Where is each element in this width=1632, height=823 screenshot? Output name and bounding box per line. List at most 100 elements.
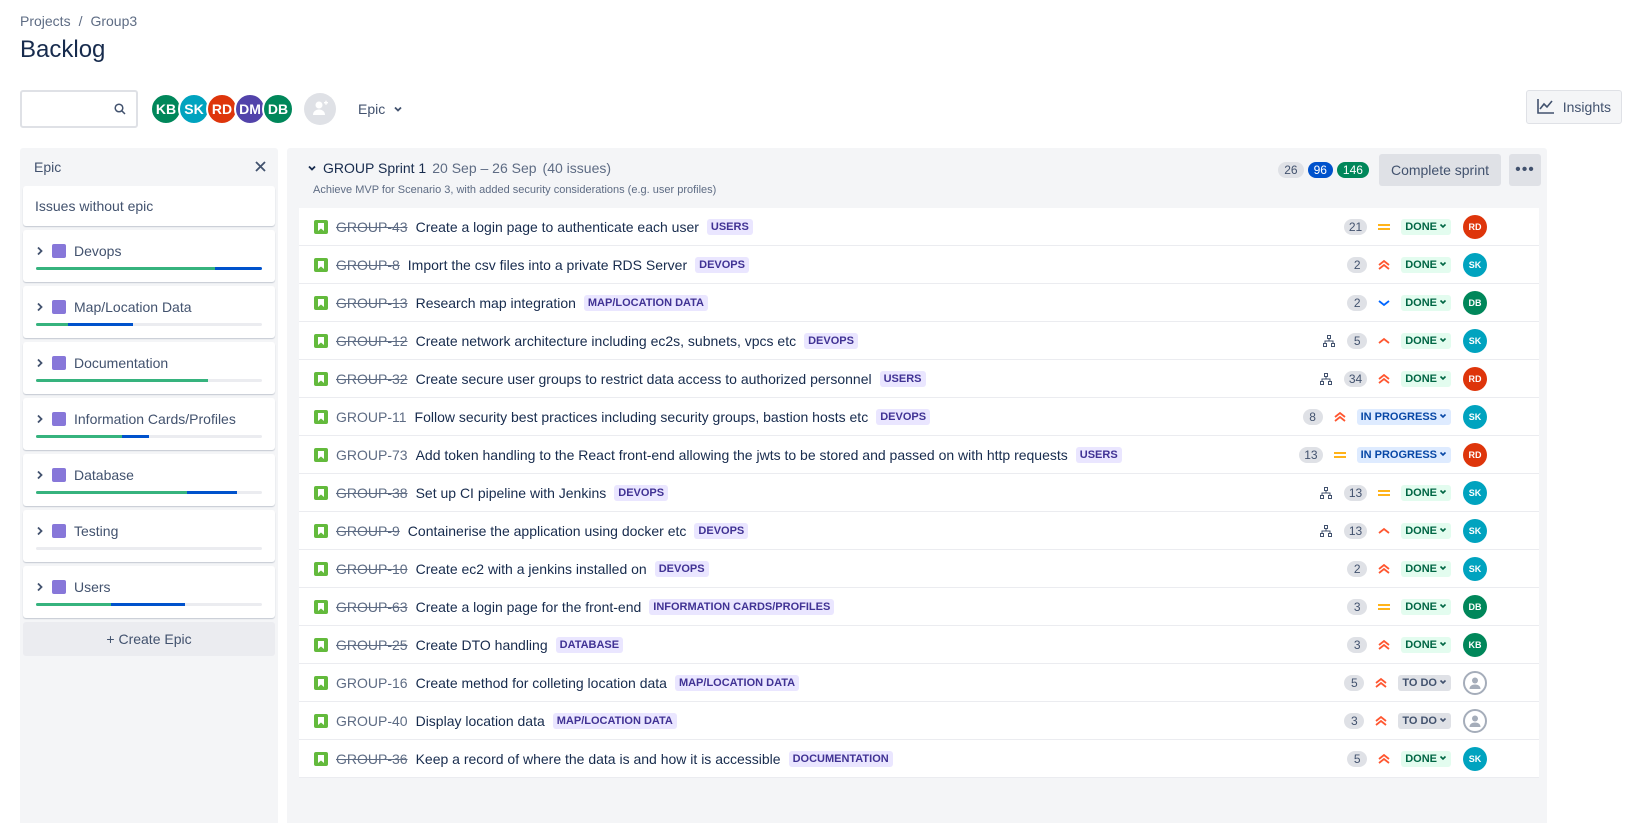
assignee-avatar[interactable]: SK [1463,329,1487,353]
assignee-avatar[interactable]: SK [1463,253,1487,277]
issue-row[interactable]: GROUP-9 Containerise the application usin… [299,512,1539,550]
epic-lozenge[interactable]: DEVOPS [876,408,931,425]
chevron-down-icon[interactable] [307,160,317,176]
issue-row[interactable]: GROUP-10 Create ec2 with a jenkins instal… [299,550,1539,588]
issue-key[interactable]: GROUP-40 [336,713,408,729]
status-dropdown[interactable]: DONE [1401,485,1451,501]
issue-row[interactable]: GROUP-73 Add token handling to the React … [299,436,1539,474]
status-dropdown[interactable]: DONE [1401,599,1451,615]
assignee-avatar[interactable]: SK [1463,519,1487,543]
issue-key[interactable]: GROUP-36 [336,751,408,767]
add-people-button[interactable] [304,93,336,125]
status-dropdown[interactable]: DONE [1401,257,1451,273]
epic-lozenge[interactable]: MAP/LOCATION DATA [674,674,800,691]
issue-row[interactable]: GROUP-43 Create a login page to authentic… [299,208,1539,246]
close-icon[interactable] [255,159,266,175]
epic-lozenge[interactable]: DEVOPS [654,560,709,577]
epic-lozenge[interactable]: DEVOPS [694,522,749,539]
assignee-avatar[interactable]: RD [1463,215,1487,239]
epic-item[interactable]: Devops [23,230,275,282]
status-dropdown[interactable]: DONE [1401,371,1451,387]
issue-key[interactable]: GROUP-63 [336,599,408,615]
issue-key[interactable]: GROUP-13 [336,295,408,311]
status-dropdown[interactable]: DONE [1401,637,1451,653]
issue-row[interactable]: GROUP-32 Create secure user groups to res… [299,360,1539,398]
create-epic-button[interactable]: + Create Epic [23,622,275,656]
status-dropdown[interactable]: DONE [1401,751,1451,767]
issue-row[interactable]: GROUP-11 Follow security best practices i… [299,398,1539,436]
epic-lozenge[interactable]: DATABASE [555,636,624,653]
breadcrumb-project-link[interactable]: Group3 [90,13,137,29]
epic-filter-dropdown[interactable]: Epic [358,101,403,117]
assignee-avatar[interactable]: SK [1463,747,1487,771]
epic-item[interactable]: Users [23,566,275,618]
more-actions-button[interactable]: ••• [1509,154,1541,186]
issue-row[interactable]: GROUP-40 Display location data MAP/LOCATIO… [299,702,1539,740]
issue-row[interactable]: GROUP-8 Import the csv files into a priva… [299,246,1539,284]
issue-key[interactable]: GROUP-32 [336,371,408,387]
issue-row[interactable]: GROUP-16 Create method for colleting loca… [299,664,1539,702]
epic-lozenge[interactable]: DEVOPS [804,332,858,349]
issue-row[interactable]: GROUP-12 Create network architecture incl… [299,322,1539,360]
epic-item[interactable]: Documentation [23,342,275,394]
issue-key[interactable]: GROUP-38 [336,485,408,501]
epic-item[interactable]: Information Cards/Profiles [23,398,275,450]
epic-lozenge[interactable]: USERS [706,218,753,235]
insights-button[interactable]: Insights [1525,90,1622,124]
search-box[interactable] [20,90,138,128]
assignee-avatar[interactable]: DB [1463,595,1487,619]
breadcrumb-projects-link[interactable]: Projects [20,13,71,29]
assignee-avatar[interactable]: RD [1463,443,1487,467]
assignee-avatar[interactable]: RD [1463,367,1487,391]
status-dropdown[interactable]: IN PROGRESS [1356,409,1451,425]
issue-row[interactable]: GROUP-13 Research map integration MAP/LOCA… [299,284,1539,322]
status-dropdown[interactable]: DONE [1401,219,1451,235]
unassigned-avatar-icon[interactable] [1463,671,1487,695]
issue-key[interactable]: GROUP-8 [336,257,400,273]
epic-lozenge[interactable]: DEVOPS [614,484,669,501]
epic-lozenge[interactable]: MAP/LOCATION DATA [583,294,708,311]
unassigned-avatar-icon[interactable] [1463,709,1487,733]
epic-item[interactable]: Testing [23,510,275,562]
status-dropdown[interactable]: DONE [1401,295,1451,311]
chevron-right-icon[interactable] [36,523,44,539]
issues-without-epic[interactable]: Issues without epic [23,186,275,226]
issue-row[interactable]: GROUP-38 Set up CI pipeline with Jenkins D… [299,474,1539,512]
epic-lozenge[interactable]: MAP/LOCATION DATA [552,712,677,729]
epic-lozenge[interactable]: USERS [1075,446,1122,463]
status-dropdown[interactable]: TO DO [1398,713,1451,729]
search-input[interactable] [28,92,108,124]
assignee-avatar[interactable]: SK [1463,405,1487,429]
chevron-right-icon[interactable] [36,579,44,595]
issue-key[interactable]: GROUP-73 [336,447,408,463]
assignee-avatar[interactable]: SK [1463,557,1487,581]
chevron-right-icon[interactable] [36,411,44,427]
status-dropdown[interactable]: TO DO [1398,675,1451,691]
chevron-right-icon[interactable] [36,467,44,483]
epic-lozenge[interactable]: DOCUMENTATION [788,750,893,767]
status-dropdown[interactable]: DONE [1401,561,1451,577]
issue-row[interactable]: GROUP-63 Create a login page for the fron… [299,588,1539,626]
status-dropdown[interactable]: IN PROGRESS [1356,447,1451,463]
chevron-right-icon[interactable] [36,243,44,259]
issue-key[interactable]: GROUP-16 [336,675,408,691]
complete-sprint-button[interactable]: Complete sprint [1378,154,1501,186]
status-dropdown[interactable]: DONE [1401,523,1451,539]
issue-row[interactable]: GROUP-25 Create DTO handling DATABASE 3 DONE… [299,626,1539,664]
status-dropdown[interactable]: DONE [1401,333,1451,349]
issue-row[interactable]: GROUP-36 Keep a record of where the data … [299,740,1539,778]
issue-key[interactable]: GROUP-9 [336,523,400,539]
assignee-avatar[interactable]: SK [1463,481,1487,505]
chevron-right-icon[interactable] [36,299,44,315]
epic-lozenge[interactable]: DEVOPS [695,256,749,273]
issue-key[interactable]: GROUP-43 [336,219,408,235]
issue-key[interactable]: GROUP-11 [336,409,407,425]
epic-item[interactable]: Map/Location Data [23,286,275,338]
issue-key[interactable]: GROUP-25 [336,637,408,653]
assignee-avatar[interactable]: KB [1463,633,1487,657]
chevron-right-icon[interactable] [36,355,44,371]
avatar[interactable]: DB [262,93,294,125]
issue-key[interactable]: GROUP-10 [336,561,408,577]
assignee-avatar[interactable]: DB [1463,291,1487,315]
epic-lozenge[interactable]: INFORMATION CARDS/PROFILES [649,598,835,615]
